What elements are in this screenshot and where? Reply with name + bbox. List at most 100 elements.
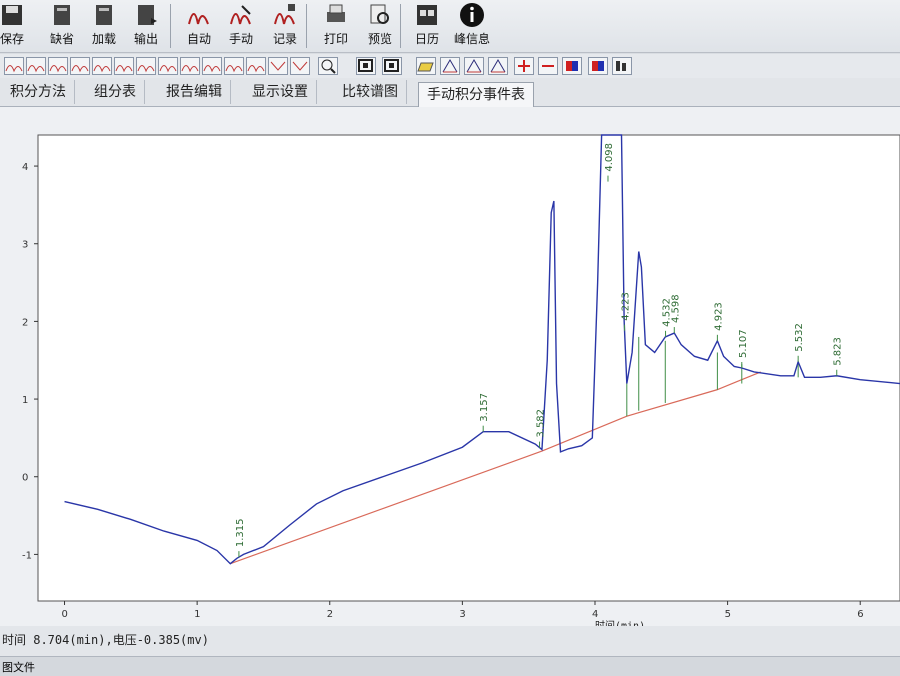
- tool-fit-icon[interactable]: [382, 57, 402, 75]
- toolbar-button-7[interactable]: 打印: [316, 0, 356, 52]
- toolbar-button-label: 打印: [323, 32, 348, 46]
- tab-0[interactable]: 积分方法: [2, 80, 75, 104]
- tab-2[interactable]: 报告编辑: [158, 80, 231, 104]
- tool-fit-icon[interactable]: [356, 57, 376, 75]
- tool-wave-icon[interactable]: [136, 57, 156, 75]
- tool-plus-icon[interactable]: [514, 57, 534, 75]
- tool-wave-icon[interactable]: [70, 57, 90, 75]
- printer-icon: [327, 4, 345, 22]
- tool-wave-icon[interactable]: [158, 57, 178, 75]
- tool-valley-icon[interactable]: [268, 57, 288, 75]
- output-icon: [138, 5, 157, 25]
- tool-peak-icon[interactable]: [440, 57, 460, 75]
- tool-wave-icon[interactable]: [48, 57, 68, 75]
- toolbar-button-4[interactable]: 自动: [180, 0, 218, 52]
- toolbar-button-0[interactable]: 保存: [0, 0, 32, 52]
- tool-wave-icon[interactable]: [202, 57, 222, 75]
- integration-toolbar: [0, 54, 900, 79]
- toolbar-button-5[interactable]: 手动: [222, 0, 260, 52]
- tool-bars-icon[interactable]: [612, 57, 632, 75]
- tool-wave-icon[interactable]: [4, 57, 24, 75]
- tab-4[interactable]: 比较谱图: [334, 80, 407, 104]
- tool-peak-icon[interactable]: [488, 57, 508, 75]
- toolbar-button-label: 保存: [0, 32, 24, 46]
- tool-wave-icon[interactable]: [224, 57, 244, 75]
- peak-label: 1.315: [235, 518, 246, 547]
- chromatogram-plot[interactable]: -1012340 1 2 3 4 5 6时间(min)1.3153.1573.5824.09…: [0, 107, 900, 627]
- peak-label: 5.107: [738, 329, 749, 358]
- toolbar-button-8[interactable]: 预览: [360, 0, 400, 52]
- record-icon: [274, 4, 295, 25]
- plot-area: [37, 134, 900, 602]
- peak-label: 5.532: [794, 323, 805, 352]
- bottom-bar: 图文件: [0, 656, 900, 676]
- toolbar-button-label: 加载: [91, 32, 116, 46]
- peak-label: 4.598: [670, 294, 681, 323]
- load-icon: [96, 5, 112, 25]
- toolbar-button-label: 记录: [272, 32, 297, 46]
- file-label: 图文件: [2, 661, 35, 674]
- tool-wave-icon[interactable]: [92, 57, 112, 75]
- tool-color-icon[interactable]: [562, 57, 582, 75]
- cursor-readout: 时间 8.704(min),电压-0.385(mv): [2, 633, 209, 647]
- peak-label: 4.223: [621, 292, 632, 321]
- tab-5[interactable]: 手动积分事件表: [418, 82, 534, 107]
- y-tick-label: 2: [22, 317, 28, 328]
- tool-zoom-icon[interactable]: [318, 57, 338, 75]
- tool-valley-icon[interactable]: [290, 57, 310, 75]
- peak-label: 5.823: [833, 337, 844, 366]
- peak-label: 4.098: [604, 143, 615, 172]
- toolbar-button-label: 峰信息: [453, 32, 490, 46]
- info-icon: [460, 3, 484, 27]
- default-icon: [54, 5, 70, 25]
- y-tick-label: 4: [22, 162, 28, 173]
- floppy-icon: [2, 5, 22, 25]
- main-toolbar: 保存 缺省 加载 输出 自动 手动 记录 打印 预览 日历 峰信息: [0, 0, 900, 53]
- toolbar-button-10[interactable]: 峰信息: [452, 0, 492, 52]
- tool-minus-icon[interactable]: [538, 57, 558, 75]
- x-tick-label: 3: [459, 609, 465, 620]
- y-tick-label: 1: [22, 395, 28, 406]
- calendar-icon: [417, 5, 437, 25]
- x-tick-label: 1: [194, 609, 200, 620]
- x-tick-label: 5: [725, 609, 731, 620]
- x-tick-label: 4: [592, 609, 598, 620]
- tab-bar: 积分方法 组分表 报告编辑 显示设置 比较谱图 手动积分事件表: [0, 78, 900, 107]
- toolbar-button-label: 缺省: [49, 32, 74, 46]
- toolbar-button-6[interactable]: 记录: [266, 0, 304, 52]
- toolbar-button-9[interactable]: 日历: [408, 0, 446, 52]
- chromatogram-panel: -1 0 1 2 3 4 0 1 2 3 4 5 6 时间(min) 1.315 3.157 3.582 4.09…: [0, 107, 900, 627]
- tab-1[interactable]: 组分表: [86, 80, 145, 104]
- toolbar-separator: [400, 4, 401, 48]
- tool-wave-icon[interactable]: [26, 57, 46, 75]
- tool-wave-icon[interactable]: [246, 57, 266, 75]
- tool-wave-icon[interactable]: [114, 57, 134, 75]
- x-tick-label: 6: [857, 609, 863, 620]
- x-tick-label: 2: [327, 609, 333, 620]
- auto-integrate-icon: [188, 13, 209, 25]
- y-tick-label: 0: [22, 473, 28, 484]
- peak-label: 4.923: [713, 302, 724, 331]
- toolbar-button-3[interactable]: 输出: [126, 0, 166, 52]
- peak-label: 3.582: [536, 409, 547, 438]
- toolbar-button-2[interactable]: 加载: [84, 0, 124, 52]
- tool-open-icon[interactable]: [416, 57, 436, 75]
- toolbar-button-label: 手动: [228, 32, 253, 46]
- toolbar-button-label: 输出: [133, 32, 158, 46]
- toolbar-separator: [170, 4, 171, 48]
- toolbar-button-1[interactable]: 缺省: [42, 0, 82, 52]
- y-tick-label: -1: [22, 550, 32, 561]
- manual-integrate-icon: [230, 5, 251, 25]
- peak-label: 3.157: [479, 393, 490, 422]
- toolbar-button-label: 预览: [367, 32, 392, 46]
- toolbar-separator: [306, 4, 307, 48]
- tab-3[interactable]: 显示设置: [244, 80, 317, 104]
- x-tick-label: 0: [62, 609, 68, 620]
- tool-peak-icon[interactable]: [464, 57, 484, 75]
- tool-color-icon[interactable]: [588, 57, 608, 75]
- toolbar-button-label: 自动: [186, 32, 211, 46]
- status-bar: 时间 8.704(min),电压-0.385(mv): [0, 626, 900, 656]
- preview-icon: [370, 4, 389, 24]
- y-tick-label: 3: [22, 240, 28, 251]
- tool-wave-icon[interactable]: [180, 57, 200, 75]
